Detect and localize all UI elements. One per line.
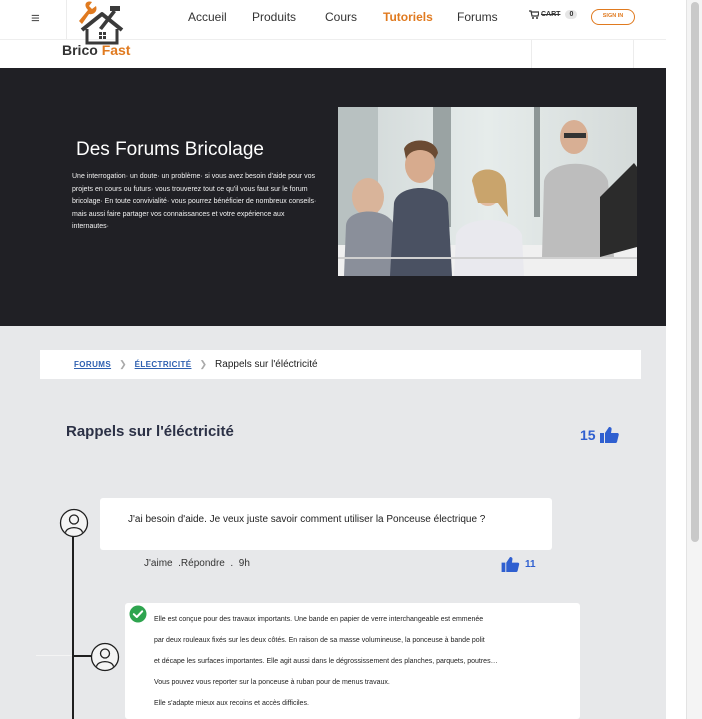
comment-like-count: 11 — [525, 559, 536, 570]
nav-item-forums[interactable]: Forums — [457, 10, 498, 24]
scrollbar-thumb[interactable] — [691, 2, 699, 542]
forum-content: FORUMS ❯ ÉLECTRICITÉ ❯ Rappels sur l'élé… — [0, 326, 666, 719]
comment-text: J'ai besoin d'aide. Je veux juste savoir… — [128, 514, 486, 525]
answer-text-line: Elle s'adapte mieux aux recoins et accès… — [154, 700, 309, 707]
chevron-right-icon: ❯ — [119, 359, 127, 369]
hero-title: Des Forums Bricolage — [76, 139, 264, 160]
nav-item-produits[interactable]: Produits — [252, 10, 296, 24]
breadcrumb-link-forums[interactable]: FORUMS — [74, 360, 111, 369]
divider — [633, 40, 634, 68]
divider — [36, 655, 72, 656]
like-link[interactable]: J'aime — [144, 558, 173, 569]
user-avatar-icon[interactable] — [59, 508, 89, 538]
topic-title: Rappels sur l'éléctricité — [66, 423, 234, 440]
breadcrumb-current: Rappels sur l'éléctricité — [215, 359, 318, 370]
menu-icon[interactable]: ≡ — [31, 10, 40, 27]
thread-line — [72, 535, 74, 719]
comment-actions: J'aime .Répondre . 9h — [144, 558, 250, 569]
cart-icon — [529, 10, 539, 19]
brand-name: Brico Fast — [62, 42, 131, 58]
hero-description: Une interrogation· un doute· un problème… — [72, 173, 317, 230]
breadcrumb: FORUMS ❯ ÉLECTRICITÉ ❯ Rappels sur l'élé… — [40, 350, 641, 379]
comment-like-button[interactable]: 11 — [501, 557, 536, 572]
user-avatar-icon[interactable] — [90, 642, 120, 672]
breadcrumb-link-electricite[interactable]: ÉLECTRICITÉ — [135, 360, 192, 369]
hero-team-photo — [338, 107, 637, 276]
accepted-answer-card: Elle est conçue pour des travaux importa… — [125, 603, 580, 719]
topic-like-count: 15 — [580, 427, 596, 443]
thread-branch-line — [72, 655, 91, 657]
sign-in-button[interactable]: SIGN IN — [591, 9, 635, 25]
cart-button[interactable]: CART 0 — [529, 10, 578, 19]
comment-card: J'ai besoin d'aide. Je veux juste savoir… — [100, 498, 552, 550]
thumbs-up-icon — [501, 557, 520, 572]
thumbs-up-icon — [599, 427, 619, 443]
nav-item-accueil[interactable]: Accueil — [188, 10, 227, 24]
nav-item-cours[interactable]: Cours — [325, 10, 357, 24]
answer-text-line: Vous pouvez vous reporter sur la ponceus… — [154, 679, 390, 686]
cart-label: CART — [541, 11, 561, 18]
answer-text-line: par deux rouleaux fixés sur les deux côt… — [154, 637, 485, 644]
divider — [531, 40, 532, 68]
hero-banner: Des Forums Bricolage Une interrogation· … — [0, 68, 666, 326]
answer-text-line: Elle est conçue pour des travaux importa… — [154, 616, 484, 623]
nav-item-tutoriels[interactable]: Tutoriels — [383, 10, 433, 24]
cart-count-badge: 0 — [565, 10, 578, 19]
top-header: ≡ Brico Fast Accueil Produits Cours Tuto… — [0, 0, 666, 68]
reply-link[interactable]: .Répondre — [178, 558, 225, 569]
comment-timestamp: 9h — [238, 558, 250, 569]
logo-icon — [79, 1, 124, 45]
brand-logo[interactable]: Brico Fast — [62, 0, 148, 60]
separator: . — [230, 558, 234, 569]
check-circle-icon — [129, 605, 147, 623]
topic-like-button[interactable]: 15 — [580, 427, 619, 443]
answer-text-line: et décape les surfaces importantes. Elle… — [154, 658, 498, 665]
chevron-right-icon: ❯ — [199, 359, 208, 369]
